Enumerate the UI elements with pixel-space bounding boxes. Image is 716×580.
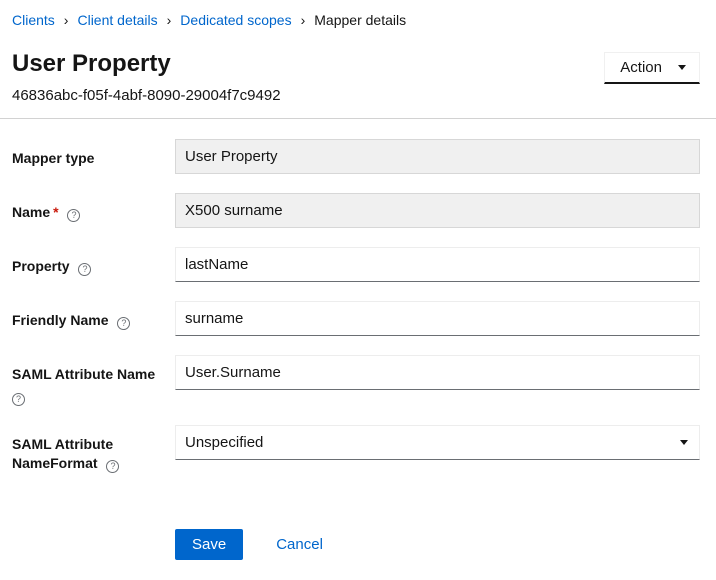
action-dropdown-button[interactable]: Action bbox=[604, 52, 700, 84]
saml-attribute-name-help-icon[interactable]: ? bbox=[12, 393, 25, 406]
breadcrumb-dedicated-scopes[interactable]: Dedicated scopes bbox=[180, 12, 291, 28]
name-input-col bbox=[175, 193, 700, 228]
page-header-titles: User Property 46836abc-f05f-4abf-8090-29… bbox=[12, 50, 281, 104]
saml-nameformat-label-text: SAML Attribute NameFormat bbox=[12, 436, 113, 471]
friendly-name-input-col bbox=[175, 301, 700, 336]
page-header: User Property 46836abc-f05f-4abf-8090-29… bbox=[12, 50, 700, 104]
saml-attribute-name-label-text: SAML Attribute Name bbox=[12, 366, 155, 382]
saml-nameformat-selected-option: Unspecified bbox=[185, 434, 263, 451]
breadcrumb-separator-icon: › bbox=[64, 13, 69, 27]
breadcrumb-clients[interactable]: Clients bbox=[12, 12, 55, 28]
mapper-type-label: Mapper type bbox=[12, 139, 175, 168]
save-button[interactable]: Save bbox=[175, 529, 243, 560]
form-actions: Save Cancel bbox=[175, 529, 700, 560]
property-help-icon[interactable]: ? bbox=[78, 263, 91, 276]
mapper-type-input[interactable] bbox=[175, 139, 700, 174]
form-row-property: Property ? bbox=[12, 247, 700, 282]
form-row-name: Name* ? bbox=[12, 193, 700, 228]
saml-attribute-name-input-col bbox=[175, 355, 700, 390]
form-row-saml-nameformat: SAML Attribute NameFormat ? Unspecified bbox=[12, 425, 700, 473]
chevron-down-icon bbox=[678, 65, 686, 70]
mapper-id: 46836abc-f05f-4abf-8090-29004f7c9492 bbox=[12, 87, 281, 104]
chevron-down-icon bbox=[680, 440, 688, 445]
friendly-name-label-text: Friendly Name bbox=[12, 312, 108, 328]
saml-attribute-name-input[interactable] bbox=[175, 355, 700, 390]
saml-nameformat-select[interactable]: Unspecified bbox=[175, 425, 700, 460]
breadcrumb-separator-icon: › bbox=[167, 13, 172, 27]
property-label: Property ? bbox=[12, 247, 175, 276]
form-row-mapper-type: Mapper type bbox=[12, 139, 700, 174]
friendly-name-help-icon[interactable]: ? bbox=[117, 317, 130, 330]
friendly-name-input[interactable] bbox=[175, 301, 700, 336]
required-indicator: * bbox=[53, 204, 58, 220]
form-row-friendly-name: Friendly Name ? bbox=[12, 301, 700, 336]
name-help-icon[interactable]: ? bbox=[67, 209, 80, 222]
breadcrumb-client-details[interactable]: Client details bbox=[77, 12, 157, 28]
name-label-text: Name bbox=[12, 204, 50, 220]
header-divider bbox=[0, 118, 716, 119]
friendly-name-label: Friendly Name ? bbox=[12, 301, 175, 330]
mapper-type-label-text: Mapper type bbox=[12, 150, 94, 166]
mapper-details-page: Clients › Client details › Dedicated sco… bbox=[0, 0, 716, 580]
name-label: Name* ? bbox=[12, 193, 175, 222]
property-label-text: Property bbox=[12, 258, 70, 274]
property-input-col bbox=[175, 247, 700, 282]
cancel-button[interactable]: Cancel bbox=[276, 536, 323, 553]
property-input[interactable] bbox=[175, 247, 700, 282]
name-input[interactable] bbox=[175, 193, 700, 228]
saml-nameformat-help-icon[interactable]: ? bbox=[106, 460, 119, 473]
action-dropdown-label: Action bbox=[620, 59, 662, 76]
saml-nameformat-input-col: Unspecified bbox=[175, 425, 700, 460]
breadcrumb-separator-icon: › bbox=[301, 13, 306, 27]
form-row-saml-attribute-name: SAML Attribute Name ? bbox=[12, 355, 700, 406]
saml-attribute-name-label: SAML Attribute Name ? bbox=[12, 355, 175, 406]
page-title: User Property bbox=[12, 50, 281, 79]
breadcrumb: Clients › Client details › Dedicated sco… bbox=[12, 10, 700, 30]
breadcrumb-mapper-details: Mapper details bbox=[314, 12, 406, 28]
mapper-type-input-col bbox=[175, 139, 700, 174]
saml-nameformat-label: SAML Attribute NameFormat ? bbox=[12, 425, 175, 473]
mapper-form: Mapper type Name* ? Property ? bbox=[12, 139, 700, 560]
